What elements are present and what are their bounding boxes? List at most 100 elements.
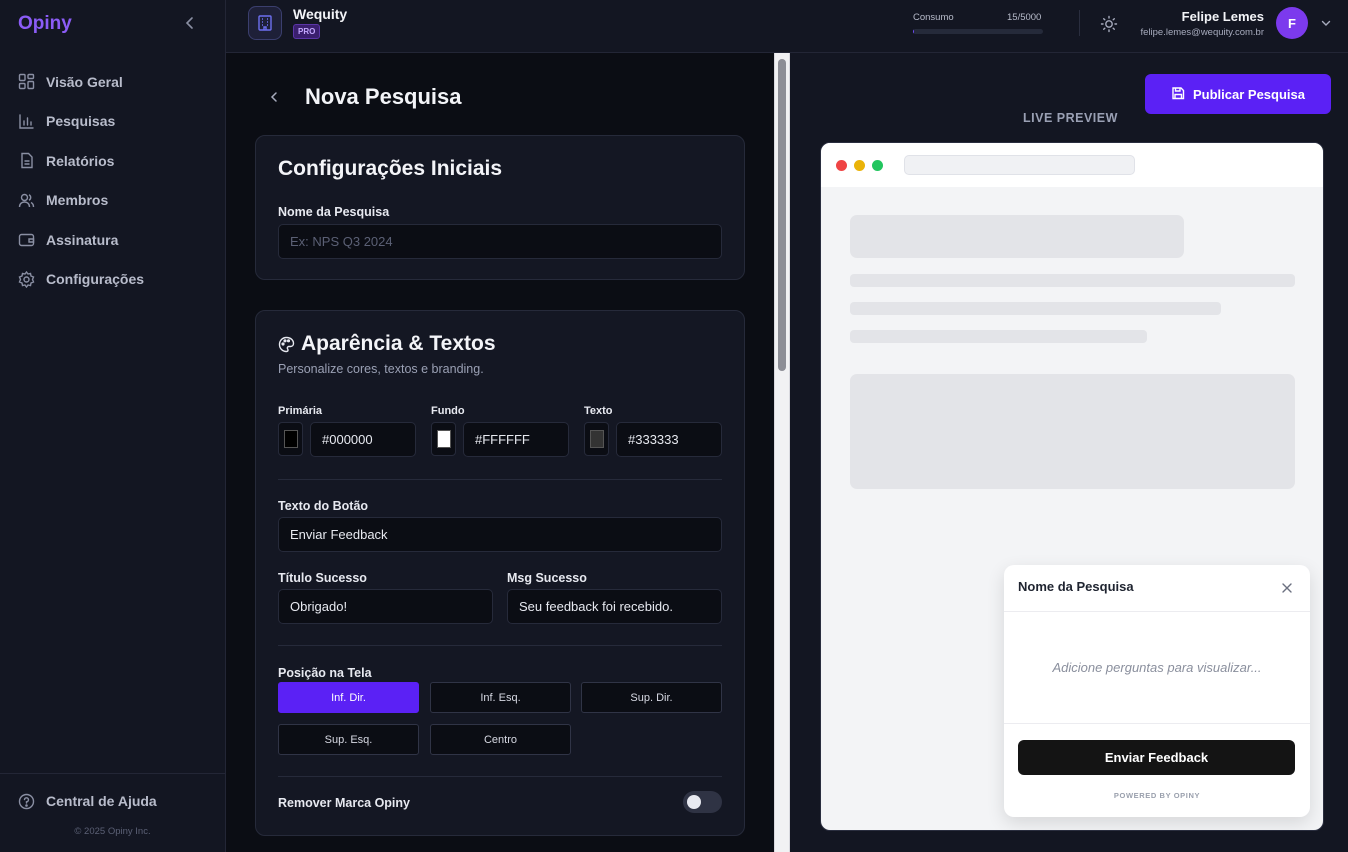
sidebar: Opiny Visão Geral Pesquisas Relatórios M…	[0, 0, 226, 852]
copyright: © 2025 Opiny Inc.	[74, 826, 151, 837]
page-title: Nova Pesquisa	[305, 84, 462, 109]
url-bar	[904, 155, 1135, 175]
avatar[interactable]: F	[1276, 7, 1308, 39]
window-close-dot	[836, 160, 847, 171]
chevron-down-icon[interactable]	[1320, 16, 1332, 28]
background-color-input[interactable]: #FFFFFF	[463, 422, 569, 457]
position-bottom-left-button[interactable]: Inf. Esq.	[430, 682, 571, 713]
grid-icon	[18, 73, 35, 90]
color-swatch	[283, 430, 298, 448]
live-preview-label: LIVE PREVIEW	[1023, 111, 1118, 125]
position-center-button[interactable]: Centro	[430, 724, 571, 755]
primary-color-label: Primária	[278, 405, 323, 417]
position-label: Posição na Tela	[278, 666, 372, 680]
help-center-label: Central de Ajuda	[46, 793, 157, 809]
header-divider	[1079, 10, 1080, 36]
sidebar-item-label: Configurações	[46, 271, 145, 288]
editor-panel: Nova Pesquisa Configurações Iniciais Nom…	[226, 53, 774, 852]
save-icon	[1171, 86, 1185, 103]
sidebar-item-configuracoes[interactable]: Configurações	[0, 260, 225, 300]
divider	[278, 776, 722, 777]
primary-color-picker[interactable]	[278, 422, 303, 456]
skeleton-line	[850, 274, 1295, 287]
close-icon[interactable]	[1281, 581, 1293, 593]
powered-by-label: POWERED BY OPINY	[1113, 791, 1201, 800]
skeleton-block	[850, 374, 1295, 489]
chevron-left-icon[interactable]	[182, 14, 198, 32]
sidebar-item-label: Pesquisas	[46, 113, 116, 130]
widget-submit-button[interactable]: Enviar Feedback	[1018, 740, 1295, 775]
background-color-picker[interactable]	[431, 422, 456, 456]
usage-progress-bar	[913, 29, 1043, 34]
skeleton-heading	[850, 215, 1184, 258]
sidebar-nav: Visão Geral Pesquisas Relatórios Membros…	[0, 62, 225, 299]
sidebar-footer: Central de Ajuda © 2025 Opiny Inc.	[0, 773, 225, 837]
sidebar-item-assinatura[interactable]: Assinatura	[0, 220, 225, 260]
publish-survey-button[interactable]: Publicar Pesquisa	[1145, 74, 1331, 114]
top-header: Wequity PRO Consumo 15/5000 Felipe Lemes…	[226, 0, 1348, 53]
position-top-right-button[interactable]: Sup. Dir.	[581, 682, 722, 713]
skeleton-line	[850, 330, 1147, 343]
users-icon	[18, 192, 35, 209]
sidebar-item-label: Visão Geral	[46, 73, 123, 90]
color-swatch	[589, 430, 604, 448]
remove-brand-toggle[interactable]	[683, 791, 722, 813]
help-circle-icon	[18, 793, 35, 810]
divider	[278, 645, 722, 646]
text-color-label: Texto	[584, 405, 613, 417]
window-minimize-dot	[854, 160, 865, 171]
usage-value: 15/5000	[1007, 12, 1042, 23]
sidebar-item-membros[interactable]: Membros	[0, 181, 225, 221]
sidebar-item-label: Relatórios	[46, 152, 115, 169]
success-title-input[interactable]: Obrigado!	[278, 589, 493, 624]
text-color-input[interactable]: #333333	[616, 422, 722, 457]
divider	[278, 479, 722, 480]
skeleton-line	[850, 302, 1221, 315]
button-text-input[interactable]: Enviar Feedback	[278, 517, 722, 552]
user-email: felipe.lemes@wequity.com.br	[1140, 27, 1264, 38]
divider	[1004, 611, 1310, 612]
publish-label: Publicar Pesquisa	[1193, 86, 1305, 102]
gear-icon	[18, 270, 35, 288]
org-name: Wequity	[293, 6, 348, 22]
sidebar-item-visao-geral[interactable]: Visão Geral	[0, 62, 225, 102]
report-icon	[18, 152, 35, 169]
building-icon[interactable]	[248, 6, 282, 40]
widget-empty-state: Adicione perguntas para visualizar...	[1052, 660, 1262, 675]
initial-settings-card: Configurações Iniciais Nome da Pesquisa …	[255, 135, 745, 280]
card-title: Configurações Iniciais	[278, 157, 503, 180]
success-msg-input[interactable]: Seu feedback foi recebido.	[507, 589, 722, 624]
back-arrow-icon[interactable]	[267, 90, 281, 104]
survey-widget: Nome da Pesquisa Adicione perguntas para…	[1004, 565, 1310, 817]
sun-icon[interactable]	[1100, 15, 1118, 33]
help-center-link[interactable]: Central de Ajuda	[0, 774, 225, 828]
color-swatch	[436, 430, 451, 448]
button-text-label: Texto do Botão	[278, 499, 369, 513]
usage-progress-fill	[913, 29, 915, 34]
widget-title: Nome da Pesquisa	[1018, 579, 1134, 594]
bar-chart-icon	[18, 113, 35, 130]
survey-name-input[interactable]: Ex: NPS Q3 2024	[278, 224, 722, 259]
usage-label: Consumo	[913, 12, 954, 23]
sidebar-item-label: Assinatura	[46, 231, 119, 248]
card-title: Aparência & Textos	[301, 332, 496, 355]
position-bottom-right-button[interactable]: Inf. Dir.	[278, 682, 419, 713]
scrollbar-thumb[interactable]	[778, 59, 786, 371]
survey-name-label: Nome da Pesquisa	[278, 205, 390, 219]
wallet-icon	[18, 231, 35, 248]
brand-logo[interactable]: Opiny	[18, 13, 72, 35]
sidebar-item-pesquisas[interactable]: Pesquisas	[0, 102, 225, 142]
position-top-left-button[interactable]: Sup. Esq.	[278, 724, 419, 755]
card-subtitle: Personalize cores, textos e branding.	[278, 362, 484, 376]
sidebar-item-relatorios[interactable]: Relatórios	[0, 141, 225, 181]
primary-color-input[interactable]: #000000	[310, 422, 416, 457]
browser-toolbar	[821, 143, 1323, 187]
background-color-label: Fundo	[431, 405, 465, 417]
text-color-picker[interactable]	[584, 422, 609, 456]
palette-icon	[278, 336, 295, 358]
toggle-knob	[687, 795, 701, 809]
window-maximize-dot	[872, 160, 883, 171]
editor-scrollbar[interactable]	[774, 53, 790, 852]
plan-badge: PRO	[293, 24, 321, 39]
sidebar-item-label: Membros	[46, 192, 109, 209]
